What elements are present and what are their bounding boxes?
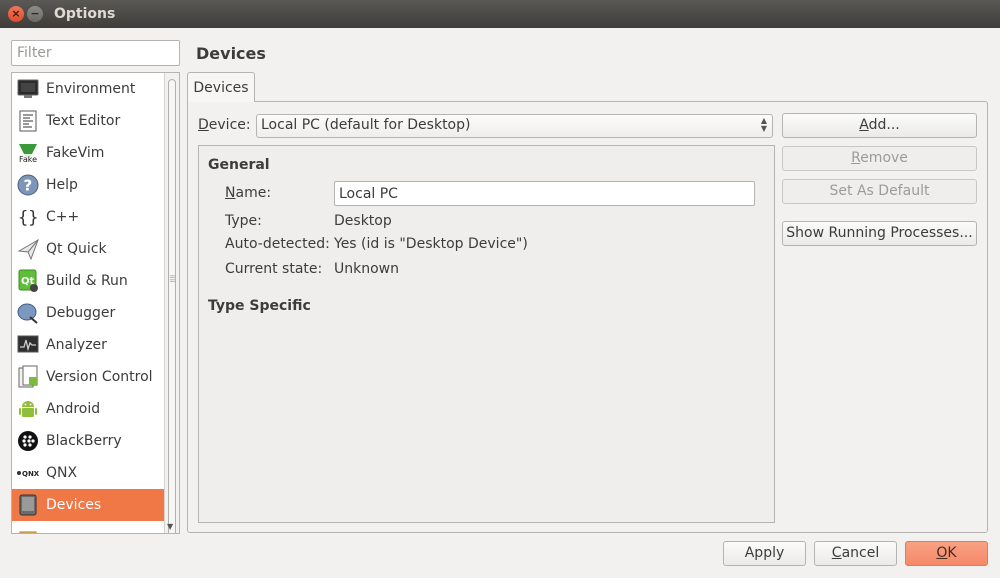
name-label-mnemonic: N bbox=[225, 185, 236, 201]
sidebar-item-qnx[interactable]: QNX QNX bbox=[12, 457, 165, 489]
sidebar-item-blackberry[interactable]: BlackBerry bbox=[12, 425, 165, 457]
svg-text:{}: {} bbox=[18, 208, 38, 228]
general-heading: General bbox=[208, 157, 270, 173]
sidebar-item-label: Debugger bbox=[46, 305, 116, 321]
sidebar-item-version-control[interactable]: Version Control bbox=[12, 361, 165, 393]
updown-arrows-icon: ▲ ▼ bbox=[760, 116, 767, 133]
sidebar-item-label: Help bbox=[46, 177, 78, 193]
scrollbar-grip-icon: = = bbox=[169, 272, 176, 285]
braces-icon: {} bbox=[16, 205, 40, 229]
sidebar-item-label: QNX bbox=[46, 465, 78, 481]
set-as-default-button[interactable]: Set As Default bbox=[782, 179, 977, 204]
ok-button[interactable]: OK bbox=[905, 541, 988, 566]
android-icon bbox=[16, 397, 40, 421]
sidebar-item-help[interactable]: ? Help bbox=[12, 169, 165, 201]
version-control-icon bbox=[16, 365, 40, 389]
type-specific-heading: Type Specific bbox=[208, 298, 311, 314]
sidebar-item-label: Text Editor bbox=[46, 113, 121, 129]
sidebar-item-text-editor[interactable]: Text Editor bbox=[12, 105, 165, 137]
qnx-icon: QNX bbox=[16, 461, 40, 485]
close-icon: × bbox=[11, 7, 21, 20]
sidebar-item-qt-quick[interactable]: Qt Quick bbox=[12, 233, 165, 265]
sidebar-item-label: BlackBerry bbox=[46, 433, 122, 449]
sidebar-item-label: Environment bbox=[46, 81, 136, 97]
category-list: Environment Text Editor Fake FakeVim ? H… bbox=[11, 72, 180, 534]
filter-input[interactable] bbox=[11, 40, 180, 66]
scroll-down-arrow-icon[interactable]: ▼ bbox=[167, 522, 173, 531]
name-label-text: ame: bbox=[235, 185, 272, 201]
add-device-button[interactable]: Add... bbox=[782, 113, 977, 138]
sidebar-item-label: C++ bbox=[46, 209, 80, 225]
fakevim-icon: Fake bbox=[16, 141, 40, 165]
add-mnemonic: A bbox=[859, 117, 869, 133]
sidebar-item-label: Version Control bbox=[46, 369, 153, 385]
remove-device-button[interactable]: Remove bbox=[782, 146, 977, 171]
sidebar-item-fakevim[interactable]: Fake FakeVim bbox=[12, 137, 165, 169]
cancel-label: ancel bbox=[841, 545, 880, 561]
sidebar-item-debugger[interactable]: Debugger bbox=[12, 297, 165, 329]
name-label: Name: bbox=[225, 185, 271, 201]
device-label-mnemonic: D bbox=[198, 117, 209, 133]
sidebar-item-devices[interactable]: Devices bbox=[12, 489, 165, 521]
sidebar-item-label: Build & Run bbox=[46, 273, 128, 289]
monitor-icon bbox=[16, 77, 40, 101]
sidebar-item-partial[interactable] bbox=[12, 521, 165, 533]
window-titlebar: × − Options bbox=[0, 0, 1000, 28]
sidebar-item-label: Qt Quick bbox=[46, 241, 107, 257]
remove-mnemonic: R bbox=[851, 150, 861, 166]
paper-plane-icon bbox=[16, 237, 40, 261]
device-select-value: Local PC (default for Desktop) bbox=[261, 117, 471, 133]
sidebar-item-analyzer[interactable]: Analyzer bbox=[12, 329, 165, 361]
sidebar-item-label: Devices bbox=[46, 497, 102, 513]
sidebar-item-label: FakeVim bbox=[46, 145, 105, 161]
add-label: dd... bbox=[868, 117, 900, 133]
auto-detected-value: Yes (id is "Desktop Device") bbox=[334, 236, 528, 252]
remove-label: emove bbox=[860, 150, 908, 166]
ok-label: K bbox=[947, 545, 957, 561]
sidebar-item-label: Android bbox=[46, 401, 101, 417]
sidebar-item-environment[interactable]: Environment bbox=[12, 73, 165, 105]
bug-icon bbox=[16, 301, 40, 325]
device-name-input[interactable] bbox=[334, 181, 755, 206]
oscilloscope-icon bbox=[16, 333, 40, 357]
close-window-button[interactable]: × bbox=[8, 6, 24, 22]
svg-text:Fake: Fake bbox=[19, 155, 37, 164]
partial-item-icon bbox=[16, 525, 40, 533]
minimize-window-button[interactable]: − bbox=[27, 6, 43, 22]
tab-devices[interactable]: Devices bbox=[187, 72, 255, 102]
svg-text:QNX: QNX bbox=[22, 470, 40, 478]
minimize-icon: − bbox=[30, 7, 40, 20]
scrollbar-thumb[interactable] bbox=[168, 79, 176, 533]
auto-detected-label: Auto-detected: bbox=[225, 236, 330, 252]
current-state-value: Unknown bbox=[334, 261, 399, 277]
type-value: Desktop bbox=[334, 213, 392, 229]
category-scrollbar[interactable]: = = ▼ bbox=[164, 73, 179, 533]
show-running-processes-button[interactable]: Show Running Processes... bbox=[782, 221, 977, 246]
sidebar-item-android[interactable]: Android bbox=[12, 393, 165, 425]
type-label: Type: bbox=[225, 213, 262, 229]
cancel-button[interactable]: Cancel bbox=[814, 541, 897, 566]
qt-build-icon: Qt bbox=[16, 269, 40, 293]
device-icon bbox=[16, 493, 40, 517]
blackberry-icon bbox=[16, 429, 40, 453]
page-title: Devices bbox=[196, 44, 266, 63]
apply-button[interactable]: Apply bbox=[723, 541, 806, 566]
sidebar-item-build-run[interactable]: Qt Build & Run bbox=[12, 265, 165, 297]
text-document-icon bbox=[16, 109, 40, 133]
device-label: Device: bbox=[198, 117, 251, 133]
device-label-text: evice: bbox=[208, 117, 251, 133]
sidebar-item-cpp[interactable]: {} C++ bbox=[12, 201, 165, 233]
current-state-label: Current state: bbox=[225, 261, 323, 277]
device-select[interactable]: Local PC (default for Desktop) ▲ ▼ bbox=[256, 114, 773, 138]
cancel-mnemonic: C bbox=[831, 545, 842, 561]
sidebar-item-label: Analyzer bbox=[46, 337, 107, 353]
question-mark-icon: ? bbox=[16, 173, 40, 197]
window-title: Options bbox=[54, 6, 116, 22]
ok-mnemonic: O bbox=[936, 545, 948, 561]
svg-text:?: ? bbox=[24, 177, 33, 195]
